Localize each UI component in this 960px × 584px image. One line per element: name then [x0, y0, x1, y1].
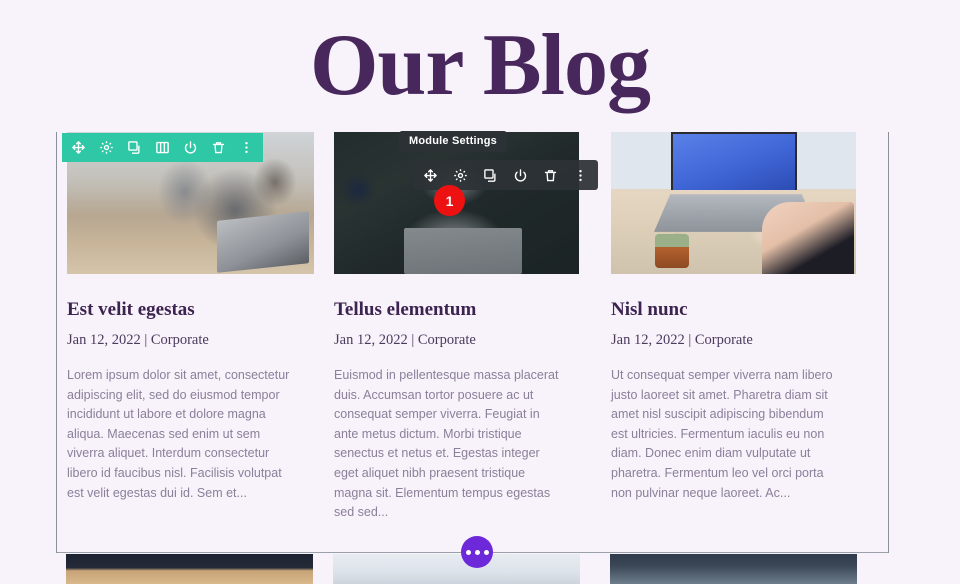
post-thumbnail[interactable] — [610, 554, 857, 584]
trash-icon[interactable] — [543, 168, 558, 183]
typing-hand — [762, 202, 854, 274]
post-meta: Jan 12, 2022 | Corporate — [67, 332, 209, 348]
blog-post-card[interactable]: Nisl nunc Jan 12, 2022 | Corporate Ut co… — [611, 132, 888, 523]
columns-icon[interactable] — [155, 140, 170, 155]
blog-grid-container: Est velit egestas Jan 12, 2022 | Corpora… — [56, 132, 889, 553]
section-settings-toolbar[interactable] — [62, 133, 263, 162]
post-meta: Jan 12, 2022 | Corporate — [334, 332, 476, 348]
ellipsis-icon — [483, 549, 489, 555]
blog-post-card[interactable] — [610, 554, 887, 584]
duplicate-icon[interactable] — [127, 140, 142, 155]
blog-post-card[interactable] — [56, 554, 333, 584]
potted-plant — [655, 234, 689, 268]
blog-page: Our Blog Est velit egestas Jan 12, 2022 … — [0, 0, 960, 584]
post-thumbnail[interactable] — [66, 554, 313, 584]
move-icon[interactable] — [71, 140, 86, 155]
module-settings-tooltip: Module Settings — [399, 131, 507, 157]
page-title: Our Blog — [309, 17, 651, 114]
post-excerpt: Ut consequat semper viverra nam libero j… — [611, 368, 833, 500]
post-excerpt: Lorem ipsum dolor sit amet, consectetur … — [67, 368, 290, 500]
move-icon[interactable] — [423, 168, 438, 183]
laptop-screen — [671, 132, 797, 190]
blog-post-card[interactable]: Tellus elementum Jan 12, 2022 | Corporat… — [334, 132, 611, 523]
ellipsis-icon — [465, 549, 471, 555]
more-options-icon[interactable] — [573, 168, 588, 183]
gear-icon[interactable] — [99, 140, 114, 155]
post-title[interactable]: Est velit egestas — [67, 299, 308, 321]
post-thumbnail[interactable] — [611, 132, 856, 274]
power-icon[interactable] — [183, 140, 198, 155]
trash-icon[interactable] — [211, 140, 226, 155]
module-settings-toolbar[interactable] — [413, 160, 598, 190]
power-icon[interactable] — [513, 168, 528, 183]
post-title[interactable]: Nisl nunc — [611, 299, 874, 321]
page-settings-button[interactable] — [461, 536, 493, 568]
status-badge: 1 — [434, 185, 465, 216]
blog-post-card[interactable]: Est velit egestas Jan 12, 2022 | Corpora… — [57, 132, 334, 523]
post-excerpt: Euismod in pellentesque massa placerat d… — [334, 368, 559, 520]
gear-icon[interactable] — [453, 168, 468, 183]
blog-grid-row: Est velit egestas Jan 12, 2022 | Corpora… — [57, 132, 888, 523]
ellipsis-icon — [474, 549, 480, 555]
post-meta: Jan 12, 2022 | Corporate — [611, 332, 753, 348]
more-options-icon[interactable] — [239, 140, 254, 155]
post-image-laptop — [611, 132, 856, 274]
post-thumbnail[interactable] — [333, 554, 580, 584]
post-title[interactable]: Tellus elementum — [334, 299, 585, 321]
duplicate-icon[interactable] — [483, 168, 498, 183]
